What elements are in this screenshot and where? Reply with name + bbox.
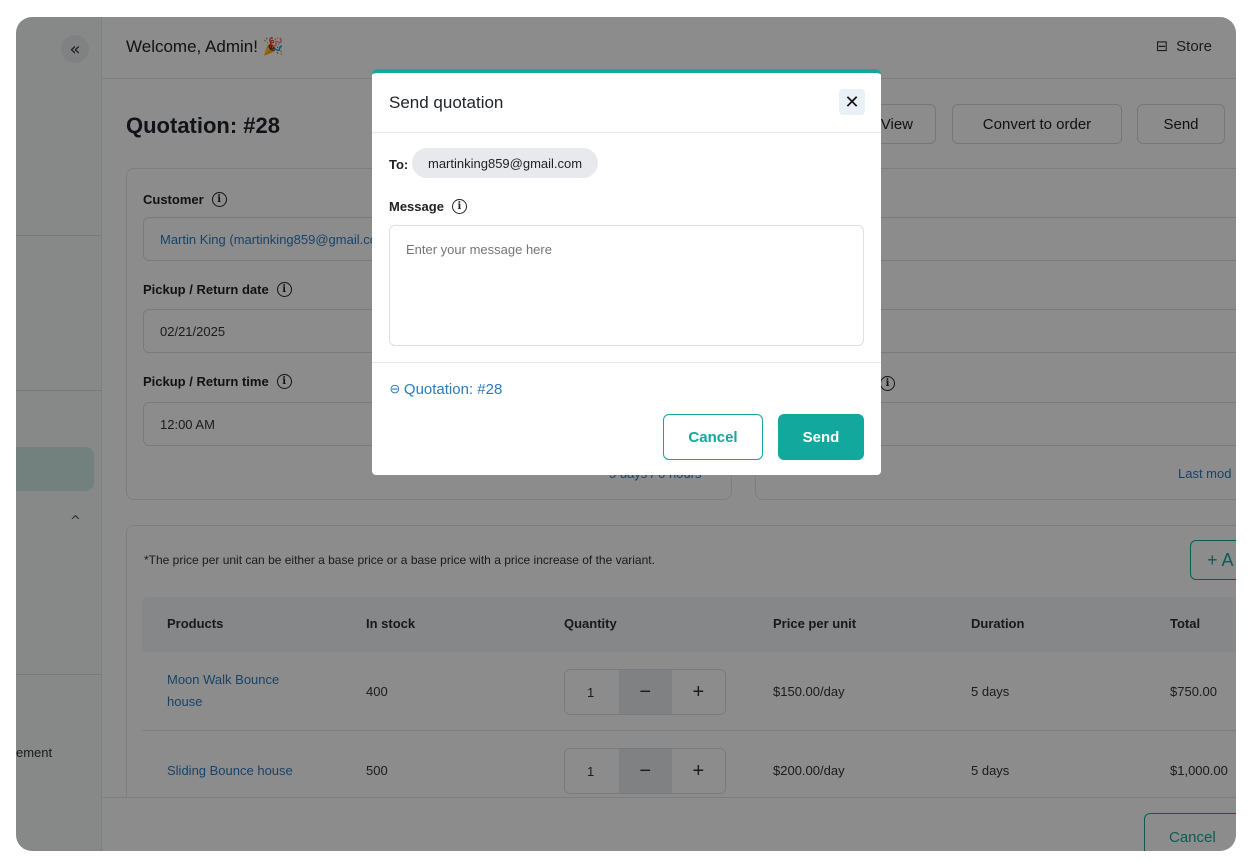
message-label: Message i <box>389 199 467 214</box>
info-icon[interactable]: i <box>451 199 467 214</box>
attachment-link[interactable]: ⊘ Quotation: #28 <box>385 380 503 398</box>
message-input[interactable] <box>389 225 864 346</box>
attachment-label: Quotation: #28 <box>403 381 503 398</box>
close-button[interactable]: ✕ <box>839 89 865 115</box>
paperclip-icon: ⊘ <box>385 380 404 399</box>
close-icon: ✕ <box>844 91 860 113</box>
dialog-divider <box>372 362 881 363</box>
dialog-divider <box>372 132 881 133</box>
app-window: « ^ ement Welcome, Admin! 🎉 ⊟ Store Quot… <box>16 17 1236 851</box>
dialog-title: Send quotation <box>389 93 504 112</box>
recipient-chip[interactable]: martinking859@gmail.com <box>412 148 599 178</box>
dialog-send-button[interactable]: Send <box>778 414 864 460</box>
dialog-cancel-button[interactable]: Cancel <box>663 414 763 460</box>
to-label: To: <box>389 157 409 172</box>
send-quotation-dialog: Send quotation ✕ To: martinking859@gmail… <box>372 69 881 475</box>
